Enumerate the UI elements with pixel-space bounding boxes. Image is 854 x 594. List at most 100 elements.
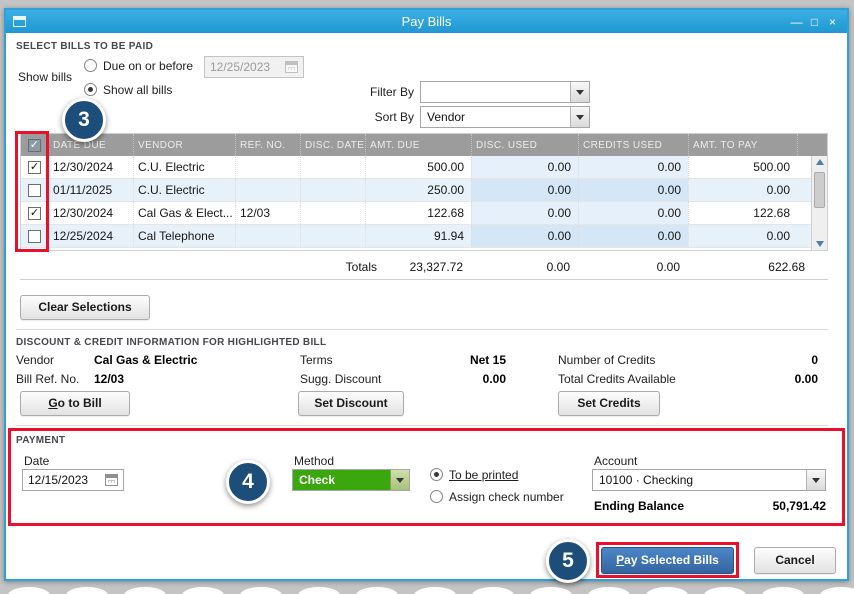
- annotation-step-3: 3: [62, 98, 106, 142]
- vendor-cell: C.U. Electric: [133, 156, 235, 178]
- header-ref-no: REF. NO.: [235, 134, 300, 156]
- section-divider: [16, 425, 828, 426]
- show-all-bills-label: Show all bills: [103, 82, 173, 97]
- due-on-or-before-option: Due on or before: [84, 58, 193, 73]
- date-due-cell: 12/30/2024: [48, 202, 133, 224]
- vendor-label: Vendor: [16, 353, 55, 367]
- credits-used-cell: 0.00: [578, 225, 688, 247]
- maximize-button[interactable]: □: [807, 15, 822, 29]
- amt-due-cell: 500.00: [365, 156, 471, 178]
- minimize-button[interactable]: —: [789, 15, 804, 29]
- annotation-step-4: 4: [226, 460, 270, 504]
- set-discount-button[interactable]: Set Discount: [298, 391, 404, 416]
- sort-by-value: Vendor: [427, 110, 466, 124]
- ref-no-cell: 12/03: [235, 202, 300, 224]
- disc-date-cell: [300, 202, 365, 224]
- credits-used-cell: 0.00: [578, 202, 688, 224]
- scrollbar-thumb[interactable]: [814, 172, 825, 208]
- disc-used-cell: 0.00: [471, 156, 578, 178]
- window-controls: — □ ×: [789, 15, 847, 29]
- disc-used-cell: 0.00: [471, 202, 578, 224]
- show-all-bills-option: Show all bills: [84, 82, 172, 97]
- due-on-or-before-radio[interactable]: [84, 59, 97, 72]
- due-date-value: 12/25/2023: [210, 60, 271, 74]
- number-of-credits-value: 0: [811, 353, 818, 367]
- total-credits-label: Total Credits Available: [558, 372, 676, 386]
- table-row[interactable]: 12/25/2024 Cal Telephone 91.94 0.00 0.00…: [21, 225, 827, 248]
- sort-by-dropdown[interactable]: Vendor: [420, 106, 590, 128]
- screenshot-frame: Pay Bills — □ × SELECT BILLS TO BE PAID …: [0, 0, 854, 594]
- amt-to-pay-cell[interactable]: 0.00: [688, 179, 797, 201]
- disc-date-cell: [300, 179, 365, 201]
- vendor-cell: Cal Telephone: [133, 225, 235, 247]
- annotation-step-5: 5: [546, 539, 590, 583]
- calendar-icon: [285, 61, 298, 73]
- filter-by-dropdown[interactable]: [420, 81, 590, 103]
- totals-label: Totals: [345, 260, 377, 274]
- section-divider: [16, 329, 828, 330]
- vendor-cell: Cal Gas & Elect...: [133, 202, 235, 224]
- amt-to-pay-cell[interactable]: 500.00: [688, 156, 797, 178]
- header-amt-to-pay: AMT. TO PAY: [688, 134, 797, 156]
- date-due-cell: 12/25/2024: [48, 225, 133, 247]
- disc-used-cell: 0.00: [471, 225, 578, 247]
- vendor-value: Cal Gas & Electric: [94, 353, 198, 367]
- torn-edge: [0, 580, 854, 594]
- titlebar: Pay Bills — □ ×: [6, 10, 847, 33]
- amt-to-pay-cell[interactable]: 0.00: [688, 225, 797, 247]
- ref-no-cell: [235, 225, 300, 247]
- total-credits-used: 0.00: [656, 260, 680, 274]
- credits-used-cell: 0.00: [578, 179, 688, 201]
- due-date-field[interactable]: 12/25/2023: [204, 56, 304, 78]
- table-row[interactable]: 12/30/2024 C.U. Electric 500.00 0.00 0.0…: [21, 156, 827, 179]
- table-row[interactable]: 12/30/2024 Cal Gas & Elect... 12/03 122.…: [21, 202, 827, 225]
- header-vendor: VENDOR: [133, 134, 235, 156]
- header-credits-used: CREDITS USED: [578, 134, 688, 156]
- clear-selections-button[interactable]: Clear Selections: [20, 295, 150, 320]
- go-to-bill-button[interactable]: Go to Bill: [20, 391, 130, 416]
- annotation-box-pay-button: [596, 542, 739, 578]
- ref-no-cell: [235, 179, 300, 201]
- filter-by-value: [421, 82, 570, 102]
- bills-table: DATE DUE VENDOR REF. NO. DISC. DATE AMT.…: [20, 133, 828, 251]
- date-due-cell: 12/30/2024: [48, 156, 133, 178]
- total-amt-to-pay: 622.68: [768, 260, 805, 274]
- disc-date-cell: [300, 225, 365, 247]
- table-scrollbar[interactable]: [811, 156, 827, 250]
- number-of-credits-label: Number of Credits: [558, 353, 656, 367]
- chevron-down-icon: [570, 107, 589, 127]
- close-button[interactable]: ×: [825, 15, 840, 29]
- show-bills-label: Show bills: [18, 70, 73, 84]
- set-credits-button[interactable]: Set Credits: [558, 391, 660, 416]
- header-amt-due: AMT. DUE: [365, 134, 471, 156]
- select-bills-section-title: SELECT BILLS TO BE PAID: [16, 41, 154, 52]
- disc-date-cell: [300, 156, 365, 178]
- chevron-down-icon: [570, 82, 589, 102]
- terms-label: Terms: [300, 353, 333, 367]
- bill-ref-value: 12/03: [94, 372, 125, 386]
- scroll-up-icon[interactable]: [815, 159, 824, 165]
- header-disc-used: DISC. USED: [471, 134, 578, 156]
- window-title: Pay Bills: [401, 14, 452, 29]
- amt-due-cell: 91.94: [365, 225, 471, 247]
- due-on-or-before-label: Due on or before: [103, 58, 194, 73]
- table-row[interactable]: 01/11/2025 C.U. Electric 250.00 0.00 0.0…: [21, 179, 827, 202]
- vendor-cell: C.U. Electric: [133, 179, 235, 201]
- total-disc-used: 0.00: [546, 260, 570, 274]
- amt-due-cell: 250.00: [365, 179, 471, 201]
- header-filler: [797, 134, 813, 156]
- show-all-bills-radio[interactable]: [84, 83, 97, 96]
- filter-by-label: Filter By: [369, 85, 414, 99]
- cancel-button[interactable]: Cancel: [754, 547, 836, 574]
- discount-credit-section-title: DISCOUNT & CREDIT INFORMATION FOR HIGHLI…: [16, 337, 327, 348]
- disc-used-cell: 0.00: [471, 179, 578, 201]
- bills-table-header: DATE DUE VENDOR REF. NO. DISC. DATE AMT.…: [21, 134, 827, 156]
- date-due-cell: 01/11/2025: [48, 179, 133, 201]
- bill-ref-label: Bill Ref. No.: [16, 372, 80, 386]
- amt-due-cell: 122.68: [365, 202, 471, 224]
- credits-used-cell: 0.00: [578, 156, 688, 178]
- terms-value: Net 15: [469, 353, 506, 367]
- amt-to-pay-cell[interactable]: 122.68: [688, 202, 797, 224]
- annotation-box-checkbox-column: [15, 131, 49, 252]
- scroll-down-icon[interactable]: [815, 241, 824, 247]
